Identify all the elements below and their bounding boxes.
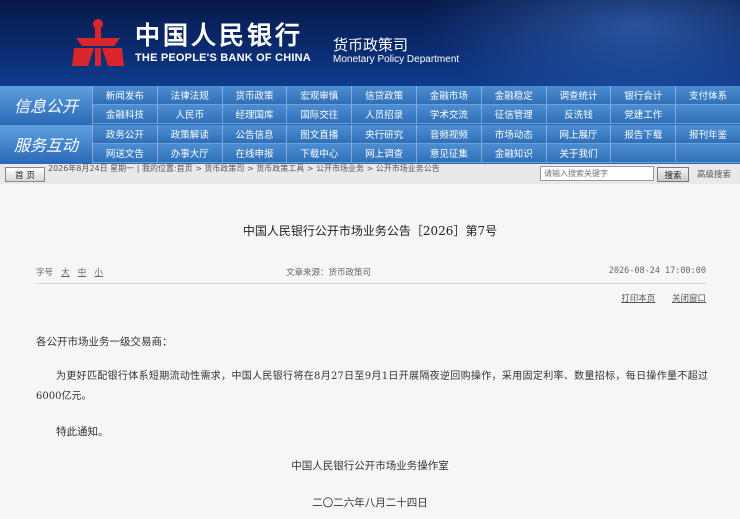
nav-item[interactable]: 货币政策 bbox=[221, 86, 287, 105]
nav-item[interactable]: 金融科技 bbox=[92, 105, 157, 124]
bank-name-en: THE PEOPLE'S BANK OF CHINA bbox=[135, 52, 311, 64]
font-large-link[interactable]: 大 bbox=[61, 268, 70, 278]
nav-info-grid: 新闻发布 法律法规 货币政策 宏观审慎 信贷政策 金融市场 金融稳定 调查统计 … bbox=[92, 86, 740, 124]
nav-item[interactable]: 音频视频 bbox=[416, 125, 481, 144]
breadcrumb-bar: 首 页 2026年8月24日 星期一 | 我的位置:首页 > 货币政策司 > 货… bbox=[0, 164, 740, 185]
nav-item[interactable]: 学术交流 bbox=[416, 105, 481, 124]
nav-item[interactable]: 征信管理 bbox=[480, 105, 546, 124]
home-button[interactable]: 首 页 bbox=[5, 167, 45, 182]
nav-empty-cell bbox=[675, 144, 740, 163]
nav-item[interactable]: 央行研究 bbox=[351, 125, 416, 144]
signature: 中国人民银行公开市场业务操作室 bbox=[291, 460, 449, 472]
nav-item[interactable]: 国际交往 bbox=[286, 105, 352, 124]
article-meta: 字号 大 中 小 文章来源：货币政策司 2026-08-24 17:00:00 bbox=[36, 266, 706, 278]
nav-item[interactable]: 报刊年鉴 bbox=[675, 125, 740, 144]
article-area: 中国人民银行公开市场业务公告［2026］第7号 字号 大 中 小 文章来源：货币… bbox=[0, 184, 740, 519]
department-name-cn: 货币政策司 bbox=[333, 36, 409, 54]
nav-empty-cell bbox=[675, 105, 740, 124]
nav-info-block: 信息公开 新闻发布 法律法规 货币政策 宏观审慎 信贷政策 金融市场 金融稳定 … bbox=[0, 86, 740, 124]
nav-item[interactable]: 下载中心 bbox=[286, 144, 352, 163]
nav-item[interactable]: 政务公开 bbox=[92, 125, 157, 144]
nav-item[interactable]: 党建工作 bbox=[610, 105, 676, 124]
nav-item[interactable]: 政策解读 bbox=[156, 125, 222, 144]
nav-item[interactable]: 人员招录 bbox=[351, 105, 416, 124]
nav-item[interactable]: 网送文告 bbox=[92, 144, 157, 163]
nav-item[interactable]: 关于我们 bbox=[545, 144, 611, 163]
nav-item[interactable]: 办事大厅 bbox=[156, 144, 222, 163]
nav-item[interactable]: 经理国库 bbox=[221, 105, 287, 124]
department-name-en: Monetary Policy Department bbox=[333, 54, 460, 65]
nav-info-label: 信息公开 bbox=[0, 86, 92, 124]
pboc-logo bbox=[72, 19, 124, 66]
nav-item[interactable]: 人民币 bbox=[156, 105, 222, 124]
nav-item[interactable]: 在线申报 bbox=[221, 144, 287, 163]
nav-item[interactable]: 银行会计 bbox=[610, 86, 676, 105]
nav-service-grid: 政务公开 政策解读 公告信息 图文直播 央行研究 音频视频 市场动态 网上展厅 … bbox=[92, 125, 740, 163]
header-glow bbox=[420, 0, 740, 86]
nav-item[interactable]: 法律法规 bbox=[156, 86, 222, 105]
nav-service-label: 服务互动 bbox=[0, 125, 92, 163]
font-medium-link[interactable]: 中 bbox=[78, 268, 87, 278]
nav-item[interactable]: 宏观审慎 bbox=[286, 86, 352, 105]
nav-item[interactable]: 图文直播 bbox=[286, 125, 352, 144]
advanced-search-link[interactable]: 高级搜索 bbox=[697, 168, 731, 180]
nav-empty-cell bbox=[610, 144, 676, 163]
font-size-label: 字号 bbox=[36, 268, 54, 278]
main-navigation: 信息公开 新闻发布 法律法规 货币政策 宏观审慎 信贷政策 金融市场 金融稳定 … bbox=[0, 86, 740, 164]
signature-date: 二〇二六年八月二十四日 bbox=[312, 497, 428, 509]
nav-item[interactable]: 网上展厅 bbox=[545, 125, 611, 144]
article-tools: 打印本页 关闭窗口 bbox=[607, 292, 706, 304]
nav-item[interactable]: 新闻发布 bbox=[92, 86, 157, 105]
article-source: 文章来源：货币政策司 bbox=[286, 268, 372, 278]
bank-name-cn: 中国人民银行 bbox=[135, 21, 304, 50]
search-input[interactable] bbox=[540, 166, 654, 181]
nav-item[interactable]: 金融知识 bbox=[480, 144, 546, 163]
nav-item[interactable]: 网上调查 bbox=[351, 144, 416, 163]
nav-item[interactable]: 意见征集 bbox=[416, 144, 481, 163]
font-size-control: 字号 大 中 小 bbox=[36, 266, 103, 278]
nav-item[interactable]: 反洗钱 bbox=[545, 105, 611, 124]
nav-item[interactable]: 金融稳定 bbox=[480, 86, 546, 105]
nav-item[interactable]: 调查统计 bbox=[545, 86, 611, 105]
article-body: 为更好匹配银行体系短期流动性需求，中国人民银行将在8月27日至9月1日开展隔夜逆… bbox=[36, 371, 708, 402]
notice-line: 特此通知。 bbox=[56, 426, 109, 438]
nav-item[interactable]: 公告信息 bbox=[221, 125, 287, 144]
nav-item[interactable]: 金融市场 bbox=[416, 86, 481, 105]
search-button[interactable]: 搜索 bbox=[657, 167, 689, 182]
nav-item[interactable]: 信贷政策 bbox=[351, 86, 416, 105]
nav-item[interactable]: 报告下载 bbox=[610, 125, 676, 144]
print-page-link[interactable]: 打印本页 bbox=[621, 294, 655, 304]
nav-service-block: 服务互动 政务公开 政策解读 公告信息 图文直播 央行研究 音频视频 市场动态 … bbox=[0, 125, 740, 163]
nav-item[interactable]: 支付体系 bbox=[675, 86, 740, 105]
salutation: 各公开市场业务一级交易商： bbox=[36, 336, 173, 348]
article-title: 中国人民银行公开市场业务公告［2026］第7号 bbox=[242, 224, 498, 238]
nav-item[interactable]: 市场动态 bbox=[480, 125, 546, 144]
article-datetime: 2026-08-24 17:00:00 bbox=[608, 266, 706, 276]
close-window-link[interactable]: 关闭窗口 bbox=[672, 294, 706, 304]
site-header: 中国人民银行 THE PEOPLE'S BANK OF CHINA 货币政策司 … bbox=[0, 0, 740, 86]
meta-divider bbox=[36, 283, 706, 284]
font-small-link[interactable]: 小 bbox=[94, 268, 103, 278]
breadcrumb: 2026年8月24日 星期一 | 我的位置:首页 > 货币政策司 > 货币政策工… bbox=[48, 164, 440, 173]
